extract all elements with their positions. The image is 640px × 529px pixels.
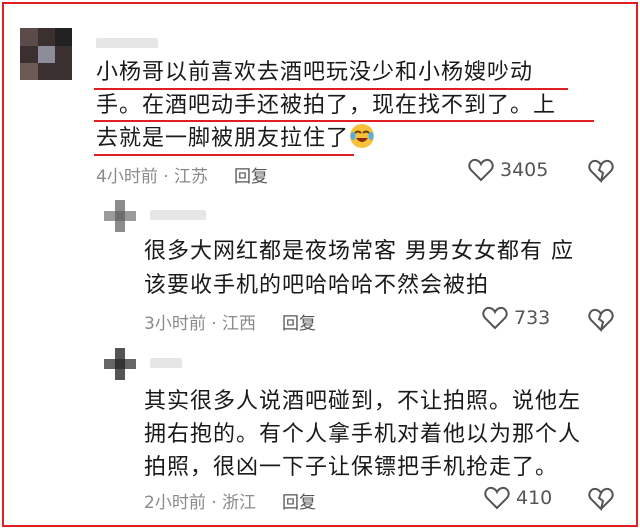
like-count: 3405 xyxy=(500,159,549,181)
reply-button[interactable]: 回复 xyxy=(282,314,316,334)
comment-line: 去就是一脚被朋友拉住了 xyxy=(96,122,556,155)
username-blurred xyxy=(96,38,158,48)
comment-text: 小杨哥以前喜欢去酒吧玩没少和小杨嫂吵动 手。在酒吧动手还被拍了，现在找不到了。上… xyxy=(96,56,556,155)
comment-line: 该要收手机的吧哈哈哈不然会被拍 xyxy=(144,273,490,298)
heart-icon xyxy=(482,306,508,330)
like-button[interactable]: 410 xyxy=(484,486,552,510)
comment-line: 手。在酒吧动手还被拍了，现在找不到了。上 xyxy=(96,93,557,118)
username-blurred xyxy=(150,358,182,368)
avatar[interactable] xyxy=(104,348,136,380)
timestamp-location: 3小时前 · 江西 xyxy=(144,314,257,334)
like-count: 410 xyxy=(516,487,553,509)
comment-line: 小杨哥以前喜欢去酒吧玩没少和小杨嫂吵动 xyxy=(96,60,534,85)
timestamp-location: 4小时前 · 江苏 xyxy=(96,167,209,187)
avatar[interactable] xyxy=(104,200,136,232)
reply-button[interactable]: 回复 xyxy=(282,493,316,513)
comment-meta: 3小时前 · 江西 回复 xyxy=(144,309,316,334)
comment-line: 其实很多人说酒吧碰到，不让拍照。说他左 xyxy=(144,389,582,414)
broken-heart-icon[interactable] xyxy=(588,159,614,183)
comment-meta: 4小时前 · 江苏 回复 xyxy=(96,162,268,187)
username-blurred xyxy=(150,210,206,220)
broken-heart-icon[interactable] xyxy=(588,308,614,332)
heart-icon xyxy=(468,158,494,182)
heart-icon xyxy=(484,486,510,510)
like-count: 733 xyxy=(514,307,551,329)
comment-text: 很多大网红都是夜场常客 男男女女都有 应 该要收手机的吧哈哈哈不然会被拍 xyxy=(144,235,574,303)
comment-line: 很多大网红都是夜场常客 男男女女都有 应 xyxy=(144,239,574,264)
highlight-underline xyxy=(94,120,594,122)
broken-heart-icon[interactable] xyxy=(588,487,614,511)
highlight-underline xyxy=(94,88,568,90)
highlight-underline xyxy=(94,154,354,156)
reply-button[interactable]: 回复 xyxy=(234,167,268,187)
timestamp-location: 2小时前 · 浙江 xyxy=(144,493,257,513)
avatar[interactable] xyxy=(20,28,72,80)
comment-text: 其实很多人说酒吧碰到，不让拍照。说他左 拥右抱的。有个人拿手机对着他以为那个人 … xyxy=(144,385,581,484)
comment-meta: 2小时前 · 浙江 回复 xyxy=(144,488,316,513)
laughing-crying-emoji-icon xyxy=(350,124,375,148)
like-button[interactable]: 733 xyxy=(482,306,550,330)
comment-line: 拍照，很凶一下子让保镖把手机抢走了。 xyxy=(144,455,559,480)
like-button[interactable]: 3405 xyxy=(468,158,548,182)
comment-line: 拥右抱的。有个人拿手机对着他以为那个人 xyxy=(144,422,582,447)
